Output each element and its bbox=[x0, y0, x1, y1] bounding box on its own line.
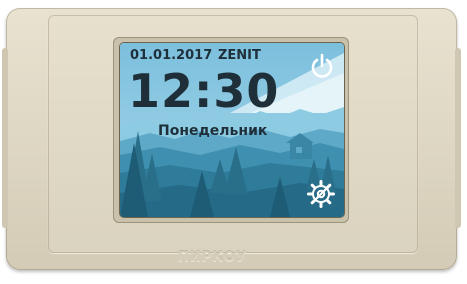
clock-time: 12:30 bbox=[128, 64, 280, 118]
display-screen: 01.01.2017 ZENIT 12:30 Понедельник bbox=[120, 43, 344, 217]
power-icon bbox=[311, 53, 333, 78]
settings-button[interactable] bbox=[306, 179, 336, 209]
weekday-label: Понедельник bbox=[158, 123, 268, 139]
power-button[interactable] bbox=[310, 53, 334, 79]
brand-label: ZENIT bbox=[218, 48, 261, 63]
settings-gear-wrench-icon bbox=[307, 180, 335, 208]
date-display: 01.01.2017 bbox=[130, 48, 213, 63]
brand-logo-embossed: ПИРКОУ bbox=[178, 250, 247, 265]
